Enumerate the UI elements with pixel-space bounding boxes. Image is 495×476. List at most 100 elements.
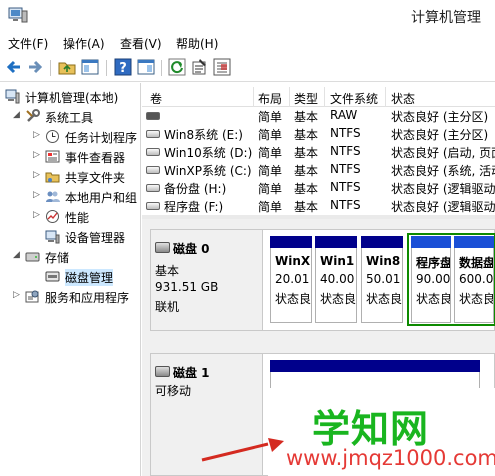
system-tools-icon [26,109,40,122]
collapsed-arrow-icon[interactable]: ▷ [33,190,40,200]
disk-0-label[interactable]: 磁盘 0 基本 931.51 GB 联机 [151,230,263,330]
volume-type: 基本 [294,200,319,214]
up-folder-icon[interactable] [58,58,76,76]
disk-type: 可移动 [155,384,192,398]
volume-icon [146,202,160,210]
disk-name: 磁盘 0 [173,242,210,256]
tree-label: 共享文件夹 [65,171,126,185]
column-divider[interactable] [289,87,290,107]
tree-label: 任务计划程序 [65,131,138,145]
title-bar: 计算机管理 [0,0,495,32]
refresh-icon[interactable] [168,58,186,76]
removable-disk-icon [155,366,170,377]
volume-icon [146,166,160,174]
volume-type: 基本 [294,182,319,196]
partition-size: 40.00 [320,272,355,286]
volume-filesystem: NTFS [330,162,361,176]
partition[interactable]: 数据盘 600.0 状态良 [454,236,494,323]
column-divider[interactable] [324,87,325,107]
menu-file[interactable]: 文件(F) [8,35,48,52]
volume-layout: 简单 [258,146,283,160]
volume-status: 状态良好 (逻辑驱动 [391,200,495,214]
properties-icon[interactable] [190,58,208,76]
navigation-tree: 计算机管理(本地) ◢ 系统工具 ▷ 任务计划程序 ▷ 事件查看器 ▷ 共享文件… [0,83,141,476]
toolbar-divider [106,60,107,76]
disk-state: 联机 [155,300,180,314]
column-divider[interactable] [253,87,254,107]
volume-icon [146,112,160,120]
partition[interactable]: 程序盘 90.00 状态良 [411,236,451,323]
volume-row[interactable]: Win8系统 (E:) 简单 基本 NTFS 状态良好 (主分区) [142,125,495,143]
users-icon [46,191,60,202]
volume-row[interactable]: 程序盘 (F:) 简单 基本 NTFS 状态良好 (逻辑驱动 [142,197,495,215]
volume-type: 基本 [294,110,319,124]
partition-size: 20.01 [275,272,310,286]
tree-label: 存储 [45,251,70,265]
volume-icon [146,130,160,138]
collapsed-arrow-icon[interactable]: ▷ [33,210,40,220]
partition-name: WinX [275,254,311,268]
menu-help[interactable]: 帮助(H) [176,35,218,52]
column-header-volume[interactable]: 卷 [150,90,162,107]
volume-type: 基本 [294,146,319,160]
partition-size: 50.01 [366,272,401,286]
forward-icon[interactable] [26,58,44,76]
collapsed-arrow-icon[interactable]: ▷ [33,170,40,180]
column-header-status[interactable]: 状态 [391,90,415,107]
volume-name: 程序盘 (F:) [164,200,224,214]
disk-name: 磁盘 1 [173,366,210,380]
volume-status: 状态良好 (系统, 活动 [391,164,495,178]
tree-label: 服务和应用程序 [45,291,130,305]
volume-filesystem: RAW [330,108,358,122]
volume-name: Win8系统 (E:) [164,128,243,142]
volume-name: 备份盘 (H:) [164,182,227,196]
column-header-type[interactable]: 类型 [294,90,318,107]
menu-bar: 文件(F) 操作(A) 查看(V) 帮助(H) [0,32,495,54]
partition[interactable]: WinX 20.01 状态良 [270,236,312,323]
partition-status: 状态良 [416,292,451,306]
show-tree-icon[interactable] [81,58,99,76]
column-header-layout[interactable]: 布局 [258,90,282,107]
export-icon[interactable] [213,58,231,76]
tree-label: 磁盘管理 [65,269,114,286]
volume-row[interactable]: Win10系统 (D:) 简单 基本 NTFS 状态良好 (启动, 页面 [142,143,495,161]
console-icon[interactable] [137,58,155,76]
volume-row[interactable]: WinXP系统 (C:) 简单 基本 NTFS 状态良好 (系统, 活动 [142,161,495,179]
tree-label: 事件查看器 [65,151,126,165]
disk-size: 931.51 GB [155,280,219,294]
performance-icon [46,210,59,223]
volume-filesystem: NTFS [330,198,361,212]
volume-row[interactable]: 备份盘 (H:) 简单 基本 NTFS 状态良好 (逻辑驱动 [142,179,495,197]
menu-view[interactable]: 查看(V) [120,35,162,52]
volume-filesystem: NTFS [330,144,361,158]
column-divider[interactable] [385,87,386,107]
tree-label: 性能 [65,211,90,225]
volume-name: WinXP系统 (C:) [164,164,252,178]
collapsed-arrow-icon[interactable]: ▷ [33,150,40,160]
volume-status: 状态良好 (启动, 页面 [391,146,495,160]
disk-0-row[interactable]: 磁盘 0 基本 931.51 GB 联机 WinX 20.01 状态良 Win1… [150,229,495,331]
menu-action[interactable]: 操作(A) [63,35,105,52]
collapsed-arrow-icon[interactable]: ▷ [13,290,20,300]
partition-status: 状态良 [366,292,403,306]
expanded-arrow-icon[interactable]: ◢ [13,110,20,120]
back-icon[interactable] [5,58,23,76]
tree-label: 设备管理器 [65,231,126,245]
volume-layout: 简单 [258,200,283,214]
volume-row[interactable]: 简单 基本 RAW 状态良好 (主分区) [142,107,495,125]
volume-icon [146,148,160,156]
collapsed-arrow-icon[interactable]: ▷ [33,130,40,140]
column-header-filesystem[interactable]: 文件系统 [330,90,378,107]
services-icon [25,290,39,303]
expanded-arrow-icon[interactable]: ◢ [13,250,20,260]
volume-type: 基本 [294,128,319,142]
help-icon[interactable]: ? [114,58,132,76]
partition[interactable]: Win8 50.01 状态良 [361,236,403,323]
toolbar-divider [50,60,51,76]
volume-layout: 简单 [258,182,283,196]
window-title: 计算机管理 [411,10,481,26]
watermark-url: www.jmqz1000.com [286,446,495,470]
partition[interactable]: Win1 40.00 状态良 [315,236,357,323]
volume-table-header: 卷 布局 类型 文件系统 状态 [142,87,495,107]
event-viewer-icon [45,150,60,163]
